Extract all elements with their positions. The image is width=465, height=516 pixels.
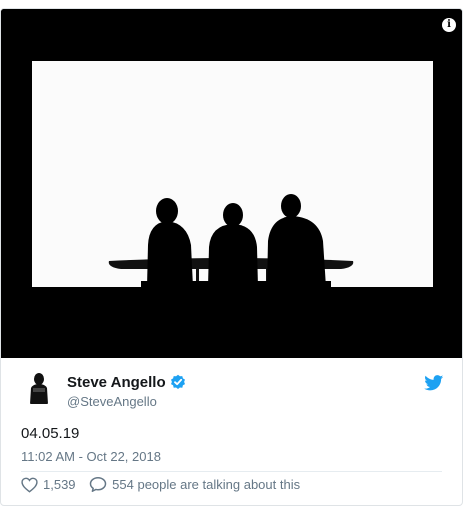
author-name-text[interactable]: Steve Angello [67, 374, 166, 391]
info-icon[interactable]: i [442, 18, 456, 32]
conversation-text: 554 people are talking about this [112, 477, 301, 493]
silhouette-photo [1, 9, 462, 358]
speech-bubble-icon [89, 477, 107, 493]
like-button[interactable]: 1,539 [21, 477, 76, 493]
verified-badge-icon [170, 374, 185, 389]
author-handle[interactable]: @SteveAngello [67, 394, 157, 409]
avatar[interactable] [21, 370, 57, 406]
embedded-tweet-card: i Steve Angello @SteveAngello 04.05.19 1… [0, 8, 463, 506]
tweet-text: 04.05.19 [21, 425, 80, 442]
twitter-bird-icon[interactable] [424, 375, 444, 391]
reply-conversation-link[interactable]: 554 people are talking about this [89, 476, 300, 493]
heart-icon [21, 477, 38, 493]
divider [21, 471, 442, 472]
avatar-person-icon [21, 370, 57, 406]
author-name[interactable]: Steve Angello [67, 374, 186, 391]
tweet-header: Steve Angello @SteveAngello [1, 365, 462, 415]
tweet-actions: 1,539 554 people are talking about this [21, 476, 310, 496]
tweet-timestamp[interactable]: 11:02 AM - Oct 22, 2018 [21, 449, 161, 464]
like-count: 1,539 [43, 477, 76, 493]
tweet-media-image[interactable]: i [1, 9, 462, 358]
